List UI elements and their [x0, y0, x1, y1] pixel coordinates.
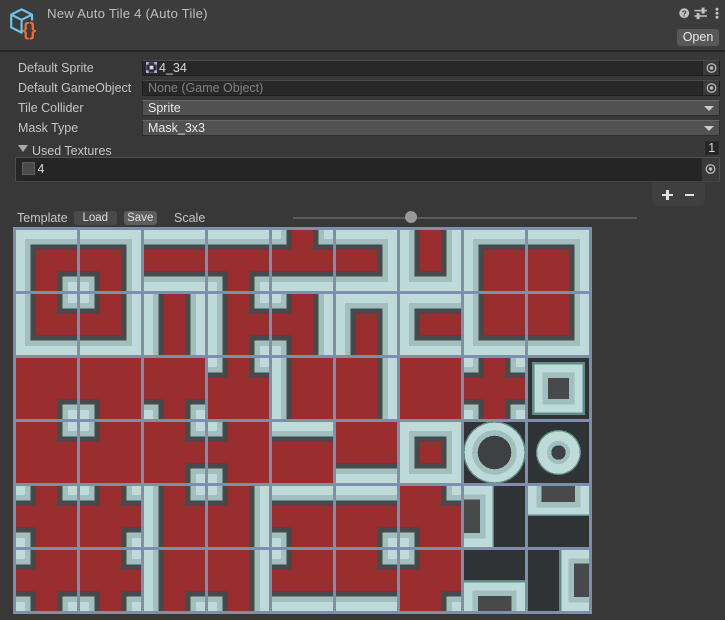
svg-text:{}: {} — [22, 20, 36, 40]
svg-text:?: ? — [682, 8, 687, 18]
